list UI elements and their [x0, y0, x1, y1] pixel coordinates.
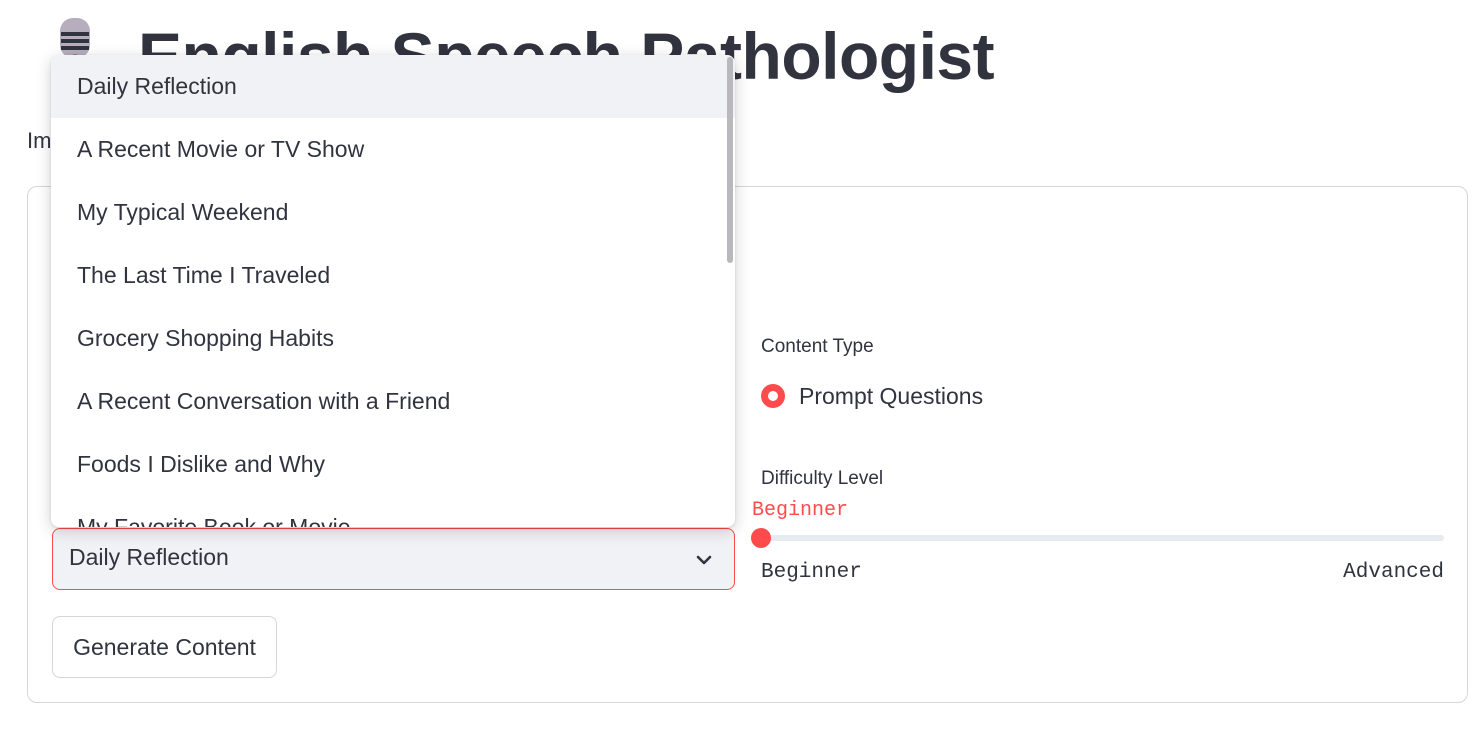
slider-max-label: Advanced — [1343, 561, 1444, 584]
content-type-label: Content Type — [761, 336, 874, 357]
topic-dropdown-menu[interactable]: Daily Reflection A Recent Movie or TV Sh… — [51, 55, 735, 527]
topic-select-value: Daily Reflection — [69, 544, 229, 570]
dropdown-option[interactable]: A Recent Conversation with a Friend — [51, 370, 735, 433]
dropdown-option[interactable]: Daily Reflection — [51, 55, 735, 118]
generate-content-button[interactable]: Generate Content — [52, 616, 277, 678]
dropdown-option[interactable]: My Typical Weekend — [51, 181, 735, 244]
dropdown-option[interactable]: The Last Time I Traveled — [51, 244, 735, 307]
slider-current-value: Beginner — [752, 499, 849, 522]
dropdown-option[interactable]: Grocery Shopping Habits — [51, 307, 735, 370]
topic-select[interactable]: Daily Reflection — [52, 528, 735, 590]
difficulty-label: Difficulty Level — [761, 468, 884, 489]
radio-prompt-questions[interactable]: Prompt Questions — [761, 380, 983, 412]
difficulty-slider-track[interactable] — [761, 535, 1444, 541]
slider-min-label: Beginner — [761, 561, 862, 584]
radio-selected-icon — [761, 384, 785, 408]
dropdown-option[interactable]: A Recent Movie or TV Show — [51, 118, 735, 181]
intro-text: Im — [27, 128, 52, 153]
dropdown-option[interactable]: Foods I Dislike and Why — [51, 433, 735, 496]
difficulty-slider-thumb[interactable] — [751, 528, 771, 548]
radio-label: Prompt Questions — [799, 382, 984, 409]
dropdown-option[interactable]: My Favorite Book or Movie — [51, 496, 735, 527]
chevron-down-icon — [696, 555, 712, 565]
dropdown-scrollbar[interactable] — [727, 57, 733, 263]
